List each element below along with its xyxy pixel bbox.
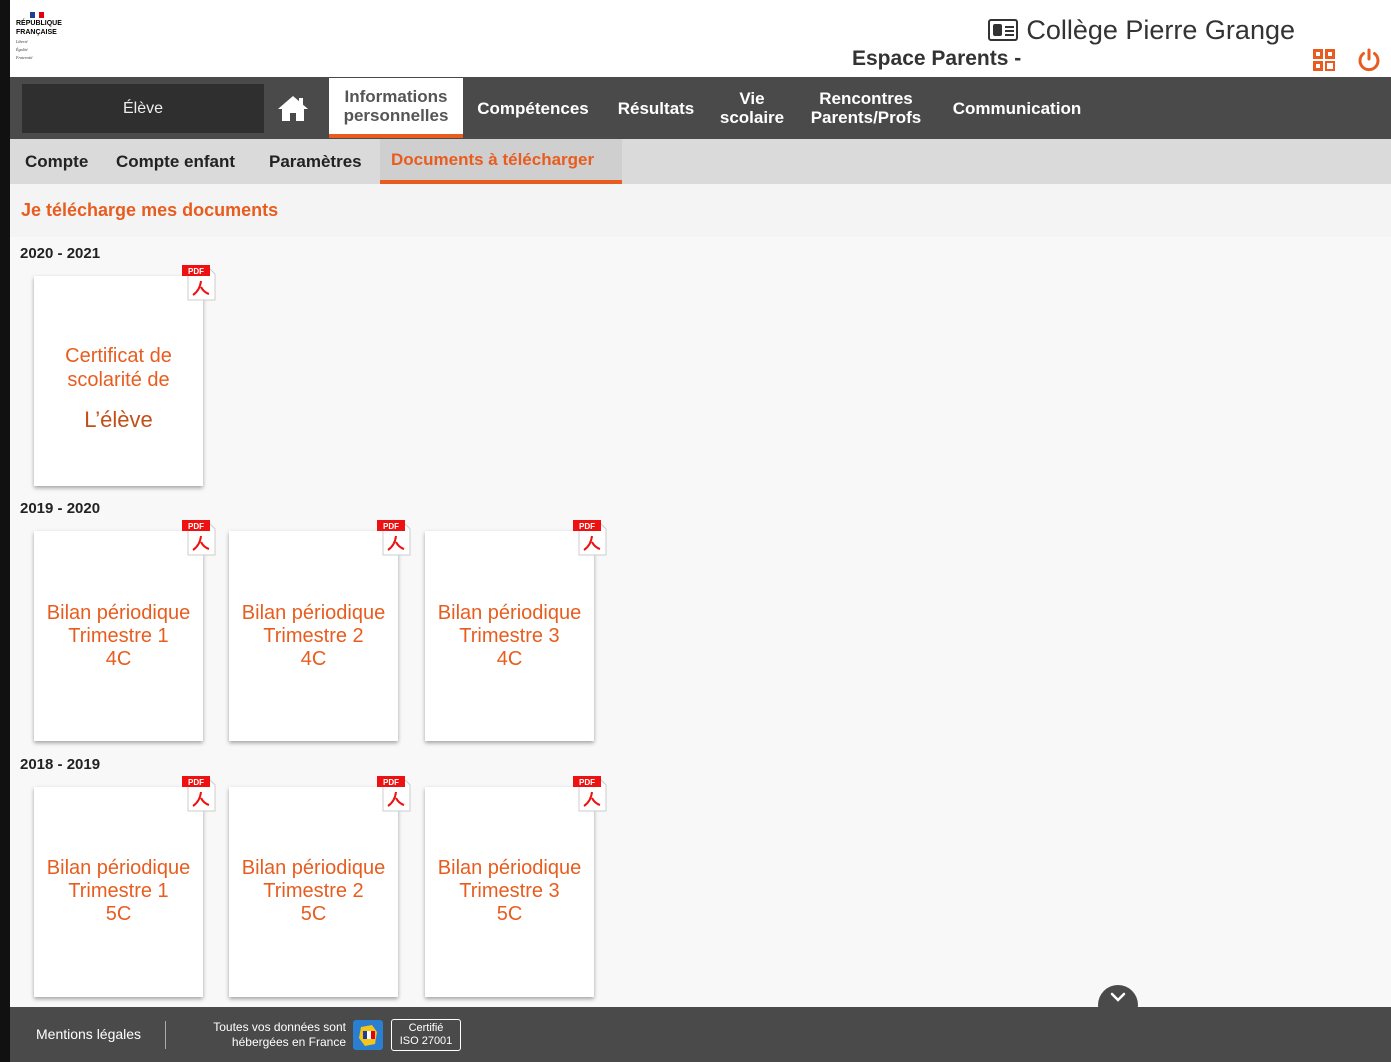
- iso-line1: Certifié: [408, 1022, 444, 1034]
- rf-logo-line2: FRANÇAISE: [16, 29, 57, 36]
- chevron-down-icon: [1110, 992, 1126, 1002]
- mentions-legales-link[interactable]: Mentions légales: [36, 1026, 141, 1042]
- pdf-icon: PDF: [182, 265, 216, 301]
- doc-title-line2: Trimestre 3: [459, 880, 560, 902]
- doc-title-line3: 4C: [300, 648, 327, 670]
- hosting-line2: hébergées en France: [231, 1035, 346, 1049]
- nav-label: Résultats: [617, 98, 695, 118]
- tab-compte[interactable]: Compte: [14, 139, 99, 184]
- space-label: Espace Parents -: [852, 47, 1022, 70]
- footer: Mentions légales Toutes vos données sont…: [10, 1007, 1391, 1062]
- document-bilan-t1-4c[interactable]: Bilan périodique Trimestre 1 4C PDF: [34, 520, 216, 741]
- doc-title-line2: Trimestre 1: [68, 880, 169, 902]
- tab-compte-enfant[interactable]: Compte enfant: [105, 139, 246, 184]
- nav-label: Communication: [952, 98, 1082, 118]
- france-hosting-icon: [353, 1020, 383, 1050]
- nav-label-line2: Parents/Profs: [810, 108, 922, 127]
- nav-rencontres[interactable]: Rencontres Parents/Profs: [805, 77, 927, 139]
- nav-vie-scolaire[interactable]: Vie scolaire: [715, 77, 789, 139]
- pdf-icon: PDF: [377, 520, 411, 556]
- pdf-icon: PDF: [182, 520, 216, 556]
- rf-motto-3: Fraternité: [16, 55, 33, 60]
- pdf-badge-text: PDF: [188, 267, 204, 276]
- window-edge: [0, 0, 10, 1062]
- school-title: Collège Pierre Grange: [988, 13, 1295, 47]
- doc-title-line1: Bilan périodique: [241, 602, 386, 624]
- document-bilan-t1-5c[interactable]: Bilan périodique Trimestre 1 5C PDF: [34, 776, 216, 997]
- pdf-icon: PDF: [573, 776, 607, 812]
- pdf-badge-text: PDF: [188, 522, 204, 531]
- doc-title-line3: 4C: [105, 648, 132, 670]
- republique-francaise-logo: RÉPUBLIQUE FRANÇAISE Liberté Égalité Fra…: [16, 12, 82, 72]
- section-title: Je télécharge mes documents: [21, 200, 279, 220]
- pdf-badge-text: PDF: [579, 522, 595, 531]
- doc-title-line1: Bilan périodique: [46, 602, 191, 624]
- pdf-icon: PDF: [377, 776, 411, 812]
- home-icon: [278, 96, 308, 121]
- power-icon[interactable]: [1357, 48, 1381, 72]
- pdf-badge-text: PDF: [579, 778, 595, 787]
- nav-label-line1: Vie: [739, 89, 765, 108]
- document-certificat-scolarite[interactable]: Certificat de scolarité de L’élève PDF: [34, 265, 216, 486]
- doc-title-line2: scolarité de: [67, 369, 170, 391]
- flag-icon: [30, 12, 45, 18]
- documents-area: [10, 237, 1391, 1007]
- document-bilan-t3-4c[interactable]: Bilan périodique Trimestre 3 4C PDF: [425, 520, 607, 741]
- nav-label-line1: Rencontres: [819, 89, 913, 108]
- nav-label-line2: scolaire: [719, 108, 785, 127]
- pdf-badge-text: PDF: [383, 778, 399, 787]
- hosting-notice: Toutes vos données sont hébergées en Fra…: [180, 1020, 346, 1050]
- doc-title-line2: Trimestre 1: [68, 625, 169, 647]
- doc-title-line3: 5C: [105, 903, 132, 925]
- nav-communication[interactable]: Communication: [945, 77, 1089, 139]
- nav-label-line2: personnelles: [343, 106, 449, 125]
- main-navigation: Élève Informations personnelles Compétenc…: [10, 77, 1391, 139]
- doc-title-line3: 5C: [300, 903, 327, 925]
- school-name: Collège Pierre Grange: [1026, 14, 1295, 45]
- doc-title-line1: Certificat de: [65, 345, 172, 367]
- student-selector[interactable]: Élève: [22, 84, 264, 133]
- pdf-icon: PDF: [182, 776, 216, 812]
- hosting-line1: Toutes vos données sont: [213, 1020, 346, 1034]
- year-heading: 2018 - 2019: [20, 756, 101, 773]
- footer-divider: [165, 1021, 166, 1049]
- nav-label: Compétences: [477, 98, 589, 118]
- nav-resultats[interactable]: Résultats: [613, 77, 699, 139]
- id-card-icon: [988, 19, 1019, 41]
- rf-motto-1: Liberté: [16, 39, 28, 44]
- year-heading: 2020 - 2021: [20, 245, 101, 262]
- pdf-icon: PDF: [573, 520, 607, 556]
- nav-informations-personnelles[interactable]: Informations personnelles: [329, 78, 463, 138]
- pdf-badge-text: PDF: [383, 522, 399, 531]
- year-heading: 2019 - 2020: [20, 500, 101, 517]
- tab-documents[interactable]: Documents à télécharger: [380, 139, 622, 184]
- doc-title-line2: Trimestre 3: [459, 625, 560, 647]
- doc-title-line3: 4C: [496, 648, 523, 670]
- nav-label-line1: Informations: [344, 87, 448, 106]
- doc-title-line3: 5C: [496, 903, 523, 925]
- rf-logo-line1: RÉPUBLIQUE: [16, 20, 62, 27]
- doc-title-line1: Bilan périodique: [437, 602, 582, 624]
- document-bilan-t3-5c[interactable]: Bilan périodique Trimestre 3 5C PDF: [425, 776, 607, 997]
- doc-student-name: L’élève: [84, 407, 153, 432]
- doc-title-line1: Bilan périodique: [241, 857, 386, 879]
- page: RÉPUBLIQUE FRANÇAISE Liberté Égalité Fra…: [10, 0, 1391, 1062]
- nav-competences[interactable]: Compétences: [471, 77, 595, 139]
- rf-motto-2: Égalité: [16, 47, 28, 52]
- document-bilan-t2-4c[interactable]: Bilan périodique Trimestre 2 4C PDF: [229, 520, 411, 741]
- pdf-badge-text: PDF: [188, 778, 204, 787]
- header: RÉPUBLIQUE FRANÇAISE Liberté Égalité Fra…: [10, 0, 1391, 77]
- iso-line2: ISO 27001: [399, 1035, 453, 1047]
- doc-title-line1: Bilan périodique: [46, 857, 191, 879]
- qr-code-icon[interactable]: [1313, 49, 1335, 71]
- tab-parametres[interactable]: Paramètres: [258, 139, 373, 184]
- doc-title-line2: Trimestre 2: [263, 625, 364, 647]
- sub-navigation: Compte Compte enfant Paramètres Document…: [10, 139, 1391, 184]
- doc-title-line2: Trimestre 2: [263, 880, 364, 902]
- document-bilan-t2-5c[interactable]: Bilan périodique Trimestre 2 5C PDF: [229, 776, 411, 997]
- doc-title-line1: Bilan périodique: [437, 857, 582, 879]
- home-button[interactable]: [273, 91, 313, 125]
- iso-certification-badge: Certifié ISO 27001: [391, 1019, 461, 1051]
- scroll-down-button[interactable]: [1098, 985, 1138, 1025]
